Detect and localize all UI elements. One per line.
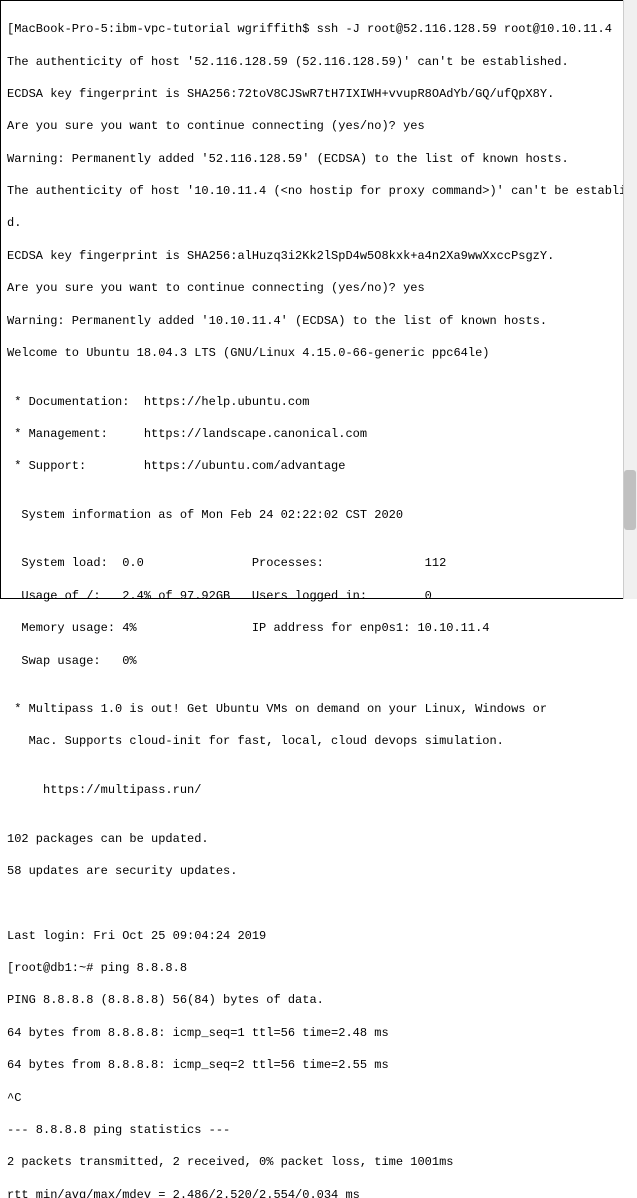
terminal-line: rtt min/avg/max/mdev = 2.486/2.520/2.554… [7,1187,630,1198]
terminal-line: Are you sure you want to continue connec… [7,280,630,296]
terminal-line: System load: 0.0 Processes: 112 [7,555,630,571]
terminal-line: The authenticity of host '52.116.128.59 … [7,54,630,70]
terminal-line: Swap usage: 0% [7,653,630,669]
terminal-line: PING 8.8.8.8 (8.8.8.8) 56(84) bytes of d… [7,992,630,1008]
terminal-line: * Management: https://landscape.canonica… [7,426,630,442]
scrollbar-thumb[interactable] [624,470,636,530]
scrollbar[interactable] [623,0,637,599]
terminal-line: 102 packages can be updated. [7,831,630,847]
terminal-output[interactable]: [MacBook-Pro-5:ibm-vpc-tutorial wgriffit… [7,5,630,1198]
terminal-line: System information as of Mon Feb 24 02:2… [7,507,630,523]
terminal-line: 2 packets transmitted, 2 received, 0% pa… [7,1154,630,1170]
terminal-line: Last login: Fri Oct 25 09:04:24 2019 [7,928,630,944]
terminal-line: Memory usage: 4% IP address for enp0s1: … [7,620,630,636]
terminal-line: ECDSA key fingerprint is SHA256:72toV8CJ… [7,86,630,102]
terminal-line: [root@db1:~# ping 8.8.8.8 [7,960,630,976]
terminal-line: * Documentation: https://help.ubuntu.com [7,394,630,410]
terminal-line: Welcome to Ubuntu 18.04.3 LTS (GNU/Linux… [7,345,630,361]
terminal-line: 64 bytes from 8.8.8.8: icmp_seq=2 ttl=56… [7,1057,630,1073]
terminal-line: 58 updates are security updates. [7,863,630,879]
terminal-line: https://multipass.run/ [7,782,630,798]
terminal-line: 64 bytes from 8.8.8.8: icmp_seq=1 ttl=56… [7,1025,630,1041]
terminal-line: ^C [7,1090,630,1106]
terminal-line: d. [7,215,630,231]
terminal-line: Warning: Permanently added '52.116.128.5… [7,151,630,167]
terminal-line: * Multipass 1.0 is out! Get Ubuntu VMs o… [7,701,630,717]
terminal-line: --- 8.8.8.8 ping statistics --- [7,1122,630,1138]
terminal-line: Mac. Supports cloud-init for fast, local… [7,733,630,749]
terminal-line: * Support: https://ubuntu.com/advantage [7,458,630,474]
terminal-line: Usage of /: 2.4% of 97.92GB Users logged… [7,588,630,604]
terminal-line: Warning: Permanently added '10.10.11.4' … [7,313,630,329]
terminal-line: [MacBook-Pro-5:ibm-vpc-tutorial wgriffit… [7,21,630,37]
terminal-line: The authenticity of host '10.10.11.4 (<n… [7,183,630,199]
terminal-line: ECDSA key fingerprint is SHA256:alHuzq3i… [7,248,630,264]
terminal-line: Are you sure you want to continue connec… [7,118,630,134]
